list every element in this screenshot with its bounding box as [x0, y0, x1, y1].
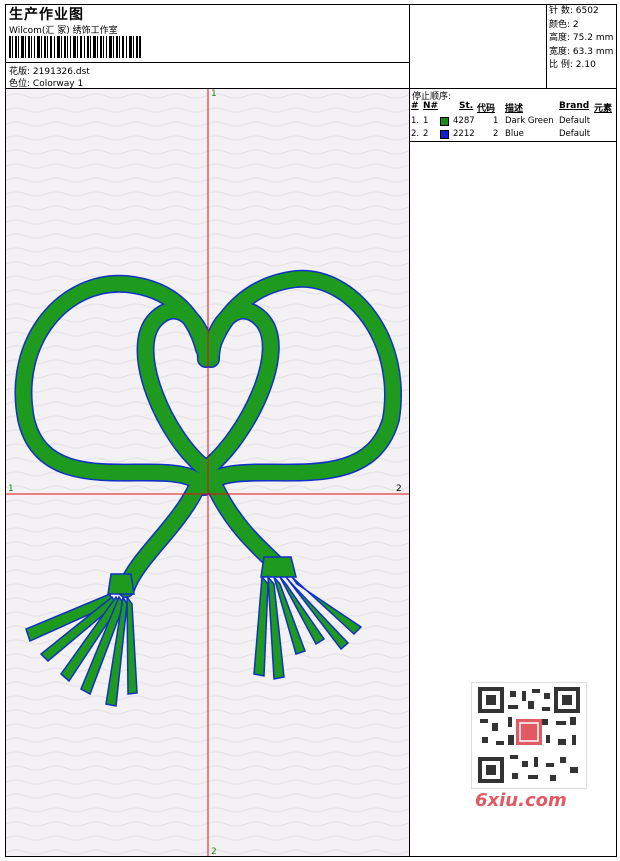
stats-block: 针 数: 6502 颜色: 2 高度: 75.2 mm 宽度: 63.3 mm …: [549, 5, 615, 73]
col-stitch: St.: [459, 101, 474, 111]
table-bottom-divider: [409, 141, 617, 142]
qr-code: [471, 682, 587, 789]
stat-height: 高度: 75.2 mm: [549, 33, 614, 44]
stat-stitches: 针 数: 6502: [549, 6, 599, 16]
header-divider: [5, 62, 409, 63]
colorway-row: 色位: Colorway 1: [9, 76, 83, 89]
col-element: 元素: [594, 104, 613, 114]
col-brand: Brand: [559, 101, 590, 111]
color-swatch-blue: [440, 130, 449, 139]
stats-divider: [546, 4, 547, 88]
col-description: 描述: [505, 104, 524, 114]
panel-divider: [409, 4, 410, 856]
watermark-text: 6xiu.com: [475, 790, 567, 811]
color-swatch-green: [440, 117, 449, 126]
design-canvas: 1 2 1 2: [6, 89, 409, 856]
company-name: Wilcom(汇 冢) 绣饰工作室: [9, 26, 118, 36]
axis-label-bottom: 2: [211, 847, 217, 856]
stat-scale: 比 例: 2.10: [549, 60, 596, 71]
axis-label-right: 2: [396, 484, 402, 494]
embroidery-design: [6, 89, 409, 856]
colorway-name: Colorway 1: [32, 79, 84, 89]
col-needle: N#: [423, 101, 439, 111]
col-code: 代码: [477, 104, 496, 114]
page-title: 生产作业图: [9, 7, 84, 23]
stat-colors: 颜色: 2: [549, 19, 579, 30]
stat-width: 宽度: 63.3 mm: [549, 46, 614, 57]
axis-label-left: 1: [8, 484, 14, 494]
axis-label-top: 1: [211, 89, 217, 99]
col-index: #: [411, 101, 419, 111]
barcode: [9, 36, 141, 58]
colorway-label: 色位:: [9, 79, 31, 89]
